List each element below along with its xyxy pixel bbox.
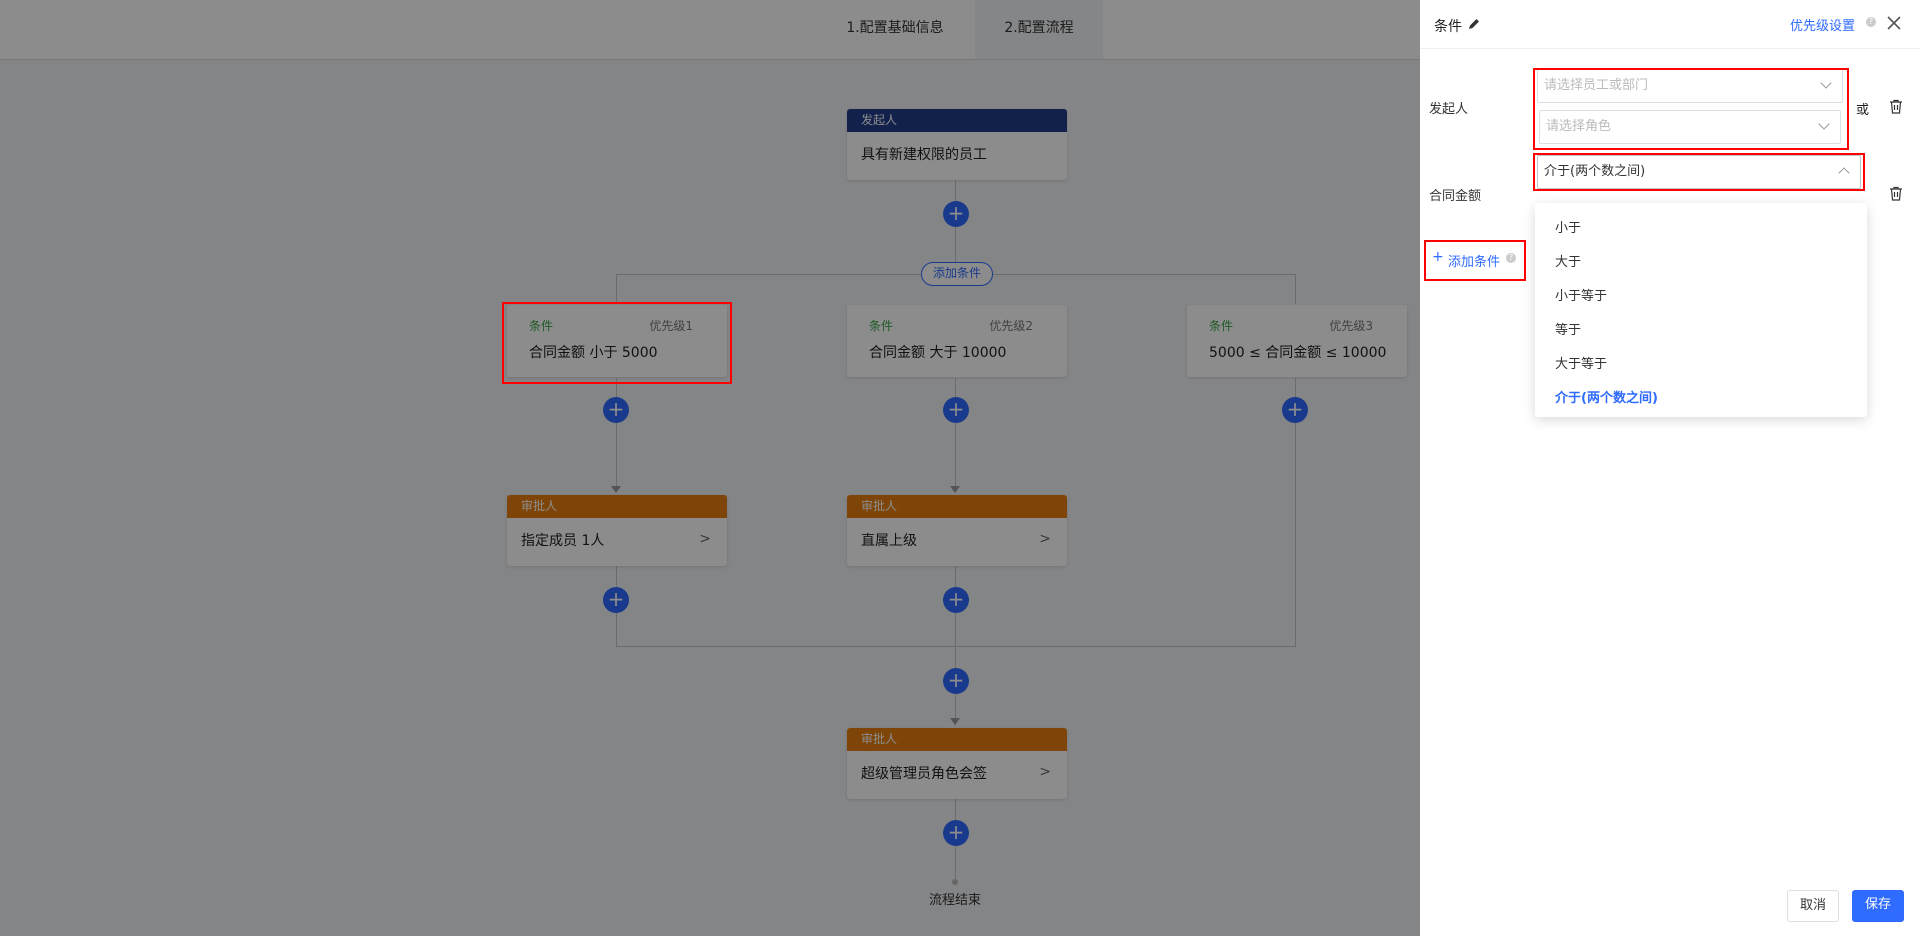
trash-icon[interactable] bbox=[1889, 99, 1903, 114]
help-icon: ? bbox=[1866, 17, 1876, 27]
dropdown-option-less-than[interactable]: 小于 bbox=[1555, 217, 1581, 236]
highlight-box bbox=[1533, 68, 1849, 150]
trash-icon[interactable] bbox=[1889, 186, 1903, 201]
dropdown-option-equal[interactable]: 等于 bbox=[1555, 319, 1581, 338]
close-icon[interactable] bbox=[1887, 16, 1901, 30]
initiator-field-label: 发起人 bbox=[1429, 102, 1469, 117]
edit-pencil-icon[interactable] bbox=[1467, 17, 1481, 31]
highlight-box bbox=[1424, 240, 1526, 281]
priority-settings-link[interactable]: 优先级设置 bbox=[1790, 15, 1855, 34]
panel-title: 条件 bbox=[1434, 19, 1462, 35]
modal-overlay[interactable] bbox=[0, 0, 1420, 936]
operator-dropdown-menu: 小于 大于 小于等于 等于 大于等于 介于(两个数之间) bbox=[1535, 203, 1867, 417]
save-button[interactable]: 保存 bbox=[1852, 890, 1904, 922]
highlight-box bbox=[502, 302, 732, 384]
or-label: 或 bbox=[1856, 103, 1870, 118]
amount-field-label: 合同金额 bbox=[1429, 189, 1482, 204]
dropdown-option-less-equal[interactable]: 小于等于 bbox=[1555, 285, 1607, 304]
cancel-button[interactable]: 取消 bbox=[1787, 890, 1839, 922]
dropdown-option-greater-equal[interactable]: 大于等于 bbox=[1555, 353, 1607, 372]
highlight-box bbox=[1533, 153, 1865, 191]
dropdown-option-greater-than[interactable]: 大于 bbox=[1555, 251, 1581, 270]
dropdown-option-between[interactable]: 介于(两个数之间) bbox=[1555, 387, 1658, 406]
